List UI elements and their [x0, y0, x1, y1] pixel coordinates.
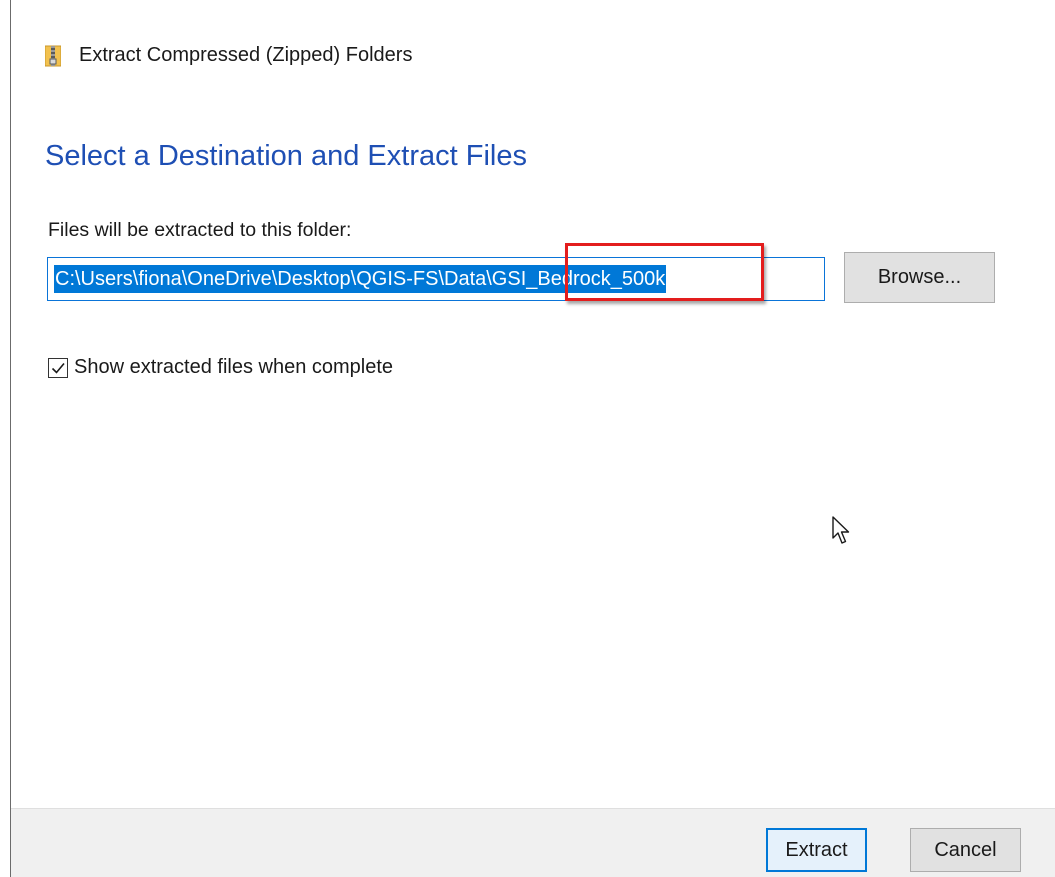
extract-dialog: Extract Compressed (Zipped) Folders Sele… [10, 0, 1055, 877]
cancel-button[interactable]: Cancel [910, 828, 1021, 872]
destination-path-input[interactable]: C:\Users\fiona\OneDrive\Desktop\QGIS-FS\… [47, 257, 825, 301]
destination-label: Files will be extracted to this folder: [48, 219, 352, 241]
zip-folder-icon [44, 45, 62, 67]
dialog-footer: Extract Cancel [11, 808, 1055, 877]
title-bar: Extract Compressed (Zipped) Folders [44, 44, 413, 67]
checkmark-icon [51, 362, 65, 374]
browse-button[interactable]: Browse... [844, 252, 995, 303]
extract-button[interactable]: Extract [766, 828, 867, 872]
destination-path-text: C:\Users\fiona\OneDrive\Desktop\QGIS-FS\… [54, 265, 667, 293]
mouse-cursor-icon [832, 516, 852, 551]
window-title: Extract Compressed (Zipped) Folders [79, 44, 413, 66]
show-files-label: Show extracted files when complete [74, 356, 394, 378]
page-title: Select a Destination and Extract Files [45, 140, 527, 172]
show-files-option[interactable]: Show extracted files when complete [48, 356, 393, 379]
show-files-checkbox[interactable] [48, 357, 68, 378]
